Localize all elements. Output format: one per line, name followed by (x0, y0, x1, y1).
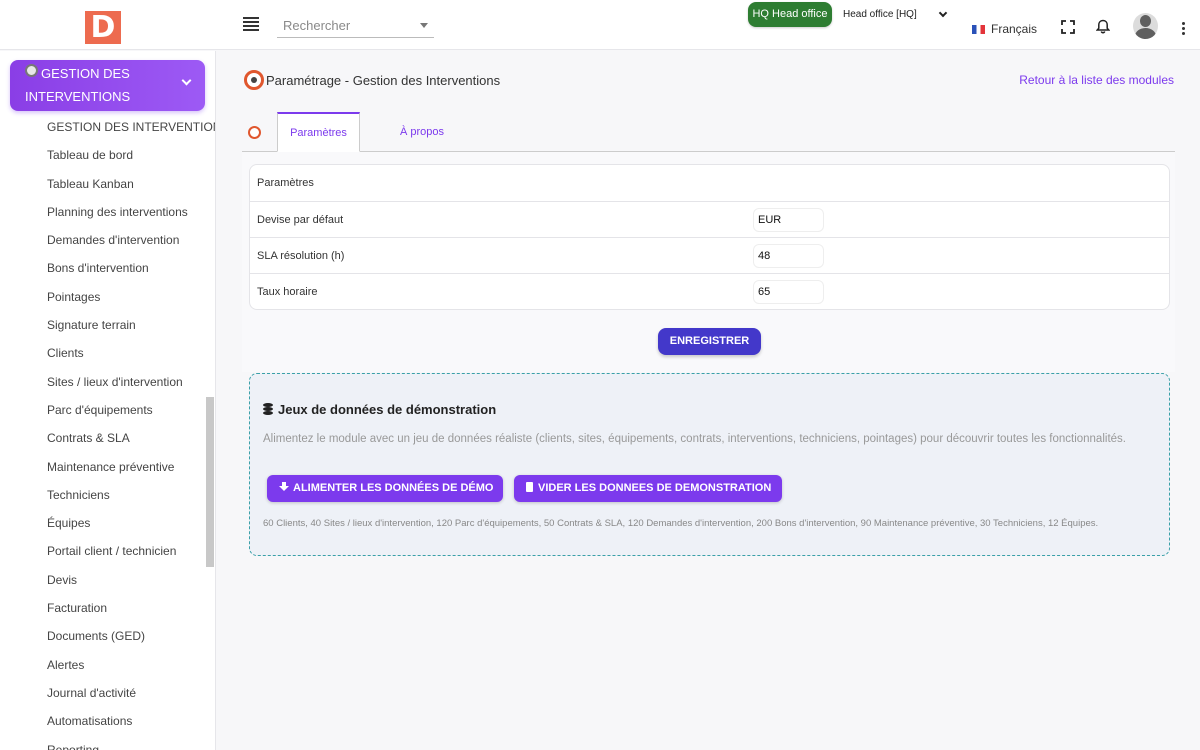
sidebar-item[interactable]: Documents (GED) (47, 626, 215, 654)
entity-select[interactable]: Head office [HQ] (838, 5, 952, 25)
hourly-rate-input[interactable]: 65 (753, 280, 824, 304)
fullscreen-icon[interactable] (1061, 20, 1075, 34)
sidebar-item[interactable]: Parc d'équipements (47, 400, 215, 428)
page-title: Paramétrage - Gestion des Interventions (266, 73, 501, 88)
sidebar-item[interactable]: Alertes (47, 655, 215, 683)
demo-title: Jeux de données de démonstration (263, 402, 496, 417)
parameters-table: Paramètres Devise par défaut EUR SLA rés… (249, 164, 1170, 310)
sidebar-item[interactable]: Tableau de bord (47, 145, 215, 173)
tab-a-propos[interactable]: À propos (388, 112, 456, 152)
entity-badge[interactable]: HQ Head office (748, 2, 832, 27)
search-placeholder: Rechercher (283, 18, 351, 33)
sidebar-item[interactable]: Clients (47, 343, 215, 371)
clear-demo-label: VIDER LES DONNEES DE DEMONSTRATION (538, 482, 772, 494)
top-bar: D Rechercher HQ Head office Head office … (0, 0, 1200, 50)
sidebar-item[interactable]: Planning des interventions (47, 202, 215, 230)
bell-icon[interactable] (1096, 19, 1110, 34)
sla-resolution-input[interactable]: 48 (753, 244, 824, 268)
more-options-icon[interactable] (1182, 22, 1185, 37)
sidebar-item[interactable]: Signature terrain (47, 315, 215, 343)
chevron-down-icon (938, 8, 948, 18)
sidebar-item[interactable]: Tableau Kanban (47, 174, 215, 202)
demo-title-text: Jeux de données de démonstration (278, 402, 497, 417)
sidebar-item[interactable]: Équipes (47, 513, 215, 541)
table-row: SLA résolution (h) 48 (250, 237, 1169, 273)
tab-bar: Paramètres À propos (242, 112, 1175, 152)
entity-select-value: Head office [HQ] (843, 9, 917, 20)
module-icon (244, 70, 264, 90)
user-avatar[interactable] (1133, 13, 1158, 39)
demo-stats: 60 Clients, 40 Sites / lieux d'intervent… (263, 518, 1099, 529)
main-content: Paramétrage - Gestion des Interventions … (217, 51, 1200, 750)
table-row: Taux horaire 65 (250, 273, 1169, 309)
sidebar-item[interactable]: Techniciens (47, 485, 215, 513)
sidebar-item[interactable]: Facturation (47, 598, 215, 626)
search-input[interactable]: Rechercher (277, 12, 434, 38)
tab-parametres[interactable]: Paramètres (277, 112, 360, 152)
french-flag-icon (972, 25, 985, 34)
demo-data-box: Jeux de données de démonstration Aliment… (249, 373, 1170, 556)
language-selector[interactable]: Français (972, 22, 1037, 36)
menu-toggle-icon[interactable] (243, 17, 259, 31)
module-tab-icon[interactable] (248, 126, 261, 139)
download-icon (279, 482, 289, 492)
sidebar-item[interactable]: Reporting (47, 740, 215, 750)
load-demo-label: ALIMENTER LES DONNÉES DE DÉMO (293, 482, 494, 494)
row-label: Devise par défaut (257, 214, 344, 226)
caret-down-icon (420, 23, 428, 28)
default-currency-input[interactable]: EUR (753, 208, 824, 232)
sidebar-item[interactable]: Journal d'activité (47, 683, 215, 711)
sidebar-module-title: GESTION DES INTERVENTIONS (25, 66, 131, 104)
sidebar-item[interactable]: Pointages (47, 287, 215, 315)
sidebar: GESTION DES INTERVENTIONS GESTION DES IN… (0, 51, 216, 750)
demo-description: Alimentez le module avec un jeu de donné… (263, 433, 1126, 445)
sidebar-item[interactable]: Devis (47, 570, 215, 598)
sidebar-module-header[interactable]: GESTION DES INTERVENTIONS (10, 60, 205, 111)
load-demo-data-button[interactable]: ALIMENTER LES DONNÉES DE DÉMO (267, 475, 503, 502)
sidebar-menu: GESTION DES INTERVENTIONS Tableau de bor… (47, 117, 215, 750)
clear-demo-data-button[interactable]: VIDER LES DONNEES DE DEMONSTRATION (514, 475, 782, 502)
parameters-header: Paramètres (250, 165, 1169, 201)
sidebar-item[interactable]: Demandes d'intervention (47, 230, 215, 258)
sidebar-item[interactable]: Automatisations (47, 711, 215, 739)
sidebar-item[interactable]: Portail client / technicien (47, 541, 215, 569)
sidebar-item[interactable]: Maintenance préventive (47, 457, 215, 485)
sidebar-item[interactable]: Sites / lieux d'intervention (47, 372, 215, 400)
language-label: Français (991, 22, 1038, 36)
trash-icon (526, 482, 533, 492)
database-icon (263, 403, 273, 415)
sidebar-item[interactable]: GESTION DES INTERVENTIONS (47, 117, 215, 145)
sidebar-item[interactable]: Contrats & SLA (47, 428, 215, 456)
row-label: Taux horaire (257, 286, 318, 298)
table-row: Devise par défaut EUR (250, 201, 1169, 237)
sidebar-item[interactable]: Bons d'intervention (47, 258, 215, 286)
chevron-down-icon (181, 75, 192, 86)
back-to-modules-link[interactable]: Retour à la liste des modules (1019, 73, 1174, 87)
parameters-header-label: Paramètres (257, 177, 314, 189)
sidebar-scrollbar[interactable] (206, 397, 214, 567)
row-label: SLA résolution (h) (257, 250, 345, 262)
app-logo[interactable]: D (85, 11, 121, 44)
save-button[interactable]: ENREGISTRER (658, 328, 761, 355)
